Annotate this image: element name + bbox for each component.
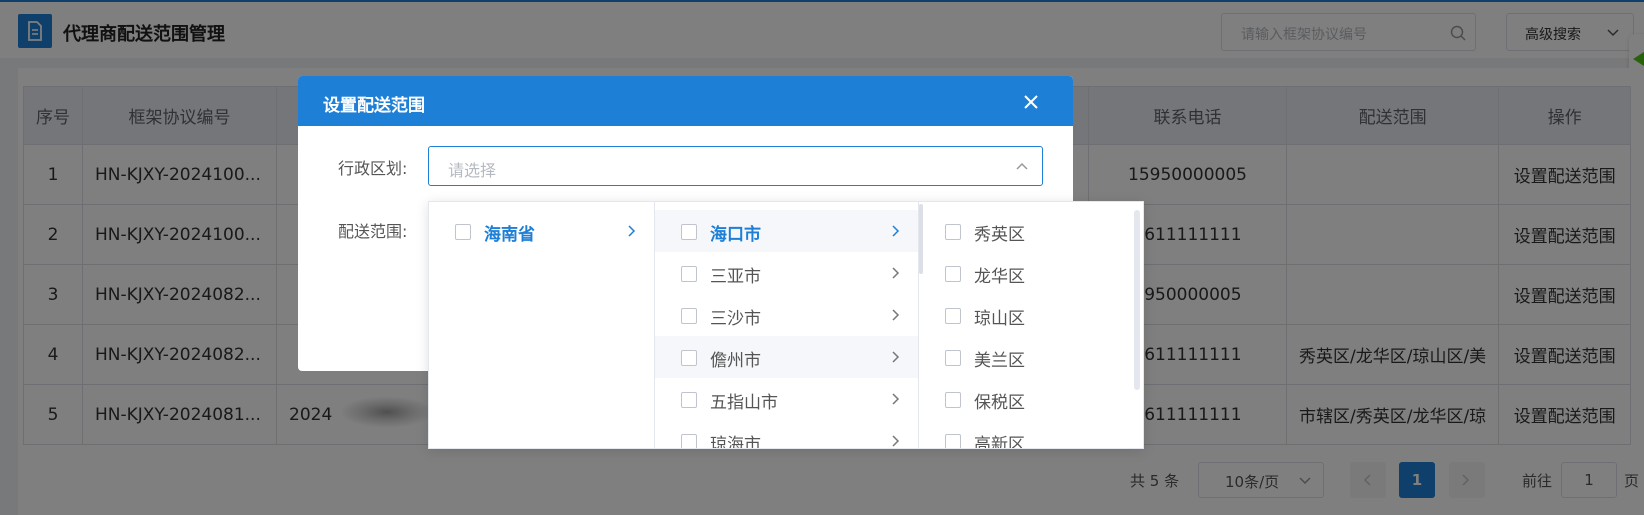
option-label: 五指山市 [710,393,778,413]
checkbox[interactable] [455,224,471,240]
chevron-right-icon [892,309,900,321]
scope-label: 配送范围: [338,222,408,241]
checkbox[interactable] [945,224,961,240]
district-column: 秀英区 龙华区 琼山区 美兰区 保税区 高新区 [919,202,1143,448]
dialog-title: 设置配送范围 [323,96,425,116]
checkbox[interactable] [681,308,697,324]
option-label: 秀英区 [974,225,1025,245]
checkbox[interactable] [945,350,961,366]
region-cascader-dropdown: 海南省 海口市 三亚市 三沙市 儋州市 五指山市 琼海市 秀英区 龙华区 琼山区… [428,201,1144,449]
checkbox[interactable] [681,350,697,366]
chevron-up-icon [1016,162,1028,170]
option-label: 三沙市 [710,309,761,329]
region-placeholder: 请选择 [448,161,497,180]
checkbox[interactable] [681,224,697,240]
cascader-option-province[interactable]: 海南省 [429,210,654,252]
chevron-right-icon [892,351,900,363]
cascader-option-district[interactable]: 秀英区 [919,210,1143,252]
dialog-header: 设置配送范围 [298,76,1073,126]
cascader-option-district[interactable]: 美兰区 [919,336,1143,378]
checkbox[interactable] [945,266,961,282]
cascader-option-city[interactable]: 三沙市 [655,294,918,336]
checkbox[interactable] [945,308,961,324]
cascader-option-city[interactable]: 琼海市 [655,420,918,448]
district-scrollbar[interactable] [1134,210,1140,390]
chevron-right-icon [628,225,636,237]
checkbox[interactable] [945,434,961,448]
city-column: 海口市 三亚市 三沙市 儋州市 五指山市 琼海市 [655,202,919,448]
option-label: 保税区 [974,393,1025,413]
cascader-option-district[interactable]: 高新区 [919,420,1143,448]
close-icon[interactable] [1022,93,1040,111]
cascader-option-district[interactable]: 保税区 [919,378,1143,420]
chevron-right-icon [892,435,900,447]
chevron-right-icon [892,267,900,279]
option-label: 琼山区 [974,309,1025,329]
option-label: 海南省 [484,225,535,245]
cascader-option-city[interactable]: 五指山市 [655,378,918,420]
province-column: 海南省 [429,202,655,448]
chevron-right-icon [892,393,900,405]
option-label: 海口市 [710,225,761,245]
cascader-option-city[interactable]: 三亚市 [655,252,918,294]
option-label: 高新区 [974,435,1025,448]
region-label: 行政区划: [338,159,408,178]
option-label: 三亚市 [710,267,761,287]
region-select[interactable]: 请选择 [428,146,1043,186]
option-label: 琼海市 [710,435,761,448]
checkbox[interactable] [681,266,697,282]
cascader-option-city[interactable]: 海口市 [655,210,918,252]
option-label: 龙华区 [974,267,1025,287]
cascader-option-district[interactable]: 龙华区 [919,252,1143,294]
checkbox[interactable] [681,434,697,448]
option-label: 美兰区 [974,351,1025,371]
cascader-option-district[interactable]: 琼山区 [919,294,1143,336]
chevron-right-icon [892,225,900,237]
option-label: 儋州市 [710,351,761,371]
checkbox[interactable] [945,392,961,408]
cascader-option-city[interactable]: 儋州市 [655,336,918,378]
city-scrollbar[interactable] [919,204,923,274]
checkbox[interactable] [681,392,697,408]
